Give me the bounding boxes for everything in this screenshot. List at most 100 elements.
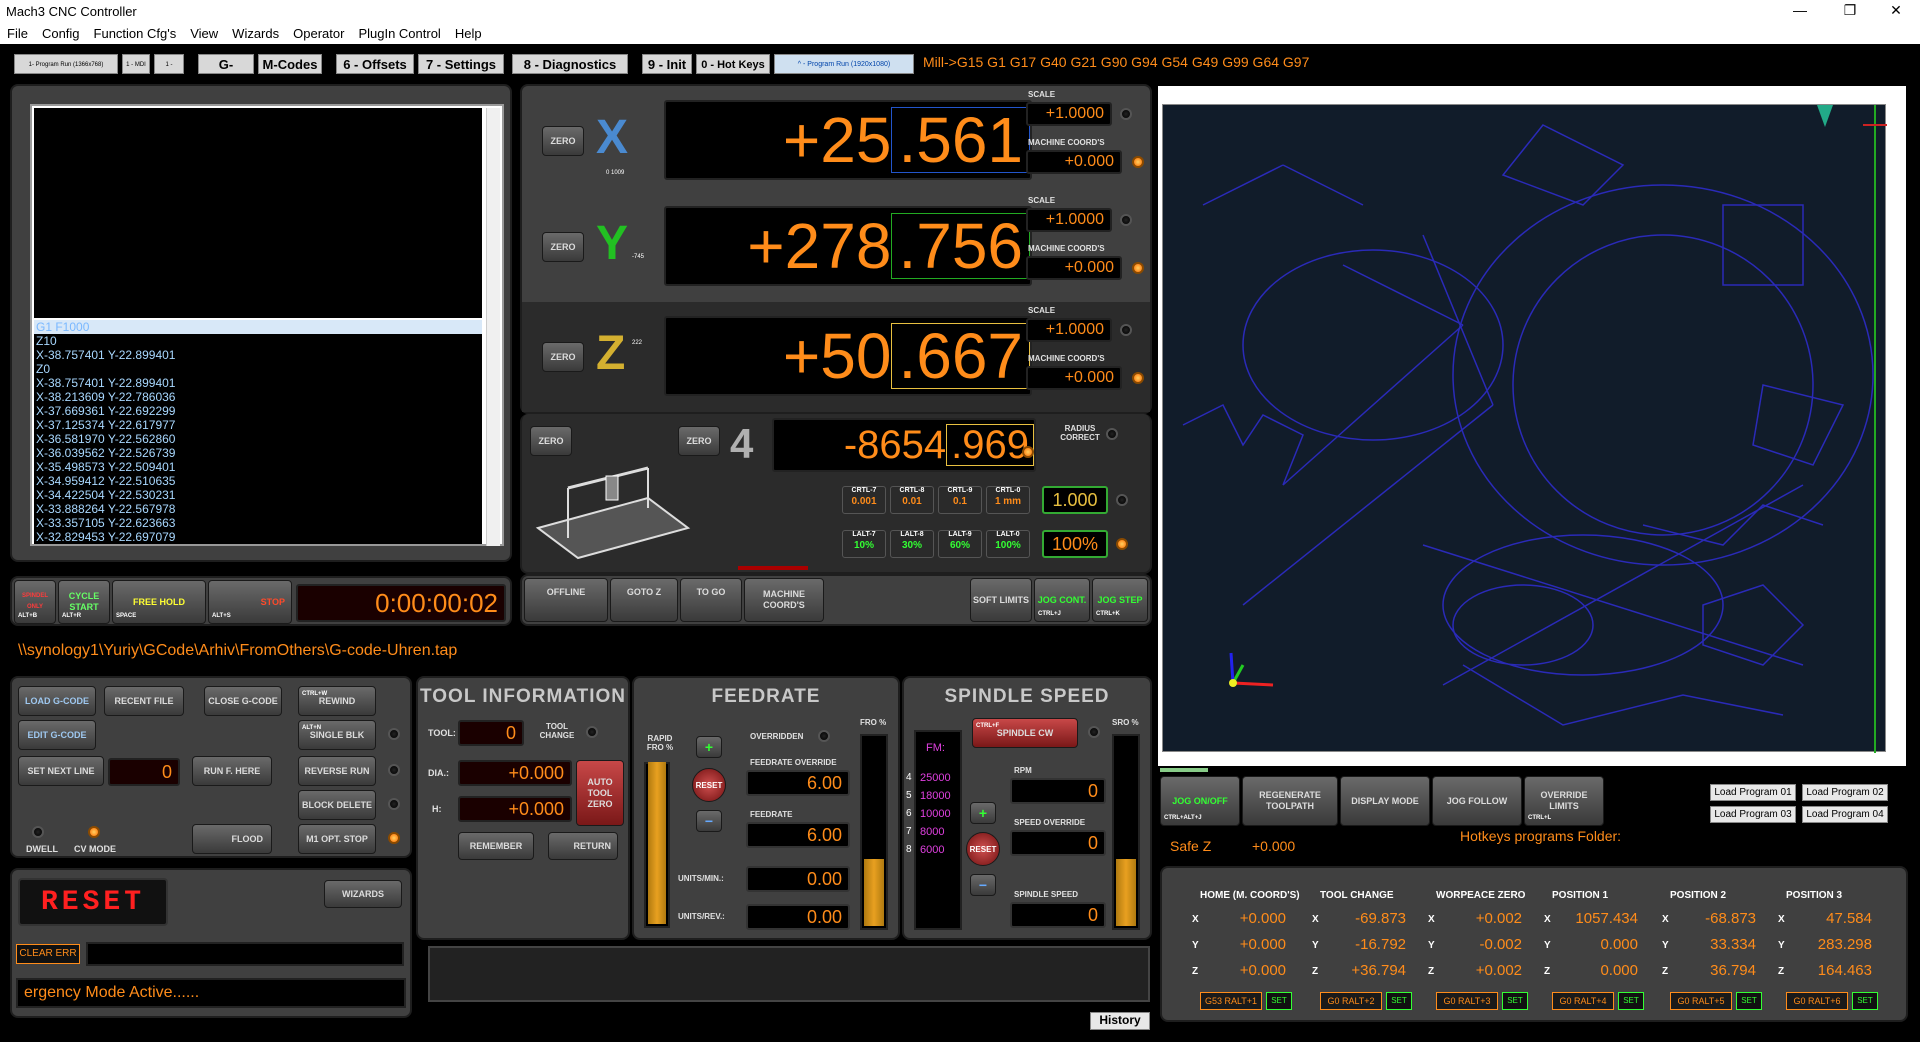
tab-m-codes[interactable]: M-Codes [258,54,322,74]
jog-rate-lalt8[interactable]: LALT-8 30% [890,530,934,558]
zero-z-button[interactable]: ZERO [542,342,584,372]
gcode-scrollbar[interactable] [486,108,500,546]
menu-view[interactable]: View [183,24,225,41]
jog-inc-ctrl8[interactable]: CRTL-8 0.01 [890,486,934,514]
run-from-here-button[interactable]: RUN F. HERE [192,756,272,786]
jog-rate-value[interactable]: 100% [1042,530,1108,558]
position-go-button[interactable]: G0 RALT+6 [1786,992,1848,1010]
tab-mdi[interactable]: 1 - MDI [122,54,150,74]
scale-z[interactable]: +1.0000 [1026,318,1112,342]
position-set-button[interactable]: SET [1736,992,1762,1010]
machine-coord-z[interactable]: +0.000 [1026,366,1122,390]
close-icon[interactable]: ✕ [1876,2,1916,19]
feedrate-value[interactable]: 6.00 [746,822,850,848]
jog-inc-ctrl9[interactable]: CRTL-9 0.1 [938,486,982,514]
remember-button[interactable]: REMEMBER [458,832,534,860]
spindle-preset-value[interactable]: 25000 [920,772,951,784]
jog-inc-ctrl7[interactable]: CRTL-7 0.001 [842,486,886,514]
recent-file-button[interactable]: RECENT FILE [104,686,184,716]
load-program-01-button[interactable]: Load Program 01 [1710,784,1796,801]
tab-settings[interactable]: 7 - Settings [418,54,504,74]
jog-follow-button[interactable]: JOG FOLLOW [1432,776,1522,826]
spindle-speed-value[interactable]: 0 [1010,902,1106,928]
zero-y-button[interactable]: ZERO [542,232,584,262]
jog-onoff-button[interactable]: JOG ON/OFF CTRL+ALT+J [1160,776,1240,826]
auto-tool-zero-button[interactable]: AUTO TOOL ZERO [576,760,624,826]
position-set-button[interactable]: SET [1502,992,1528,1010]
zero-4-button[interactable]: ZERO [678,426,720,456]
spindle-preset-value[interactable]: 6000 [920,844,944,856]
menu-plugin-control[interactable]: PlugIn Control [351,24,447,41]
position-set-button[interactable]: SET [1618,992,1644,1010]
spindle-preset-value[interactable]: 18000 [920,790,951,802]
next-line-value[interactable]: 0 [108,758,180,786]
edit-gcode-button[interactable]: EDIT G-CODE [18,720,96,750]
jog-step-value[interactable]: 1.000 [1042,486,1108,514]
wizards-button[interactable]: WIZARDS [324,880,402,908]
close-gcode-button[interactable]: CLOSE G-CODE [204,686,282,716]
scale-x[interactable]: +1.0000 [1026,102,1112,126]
zero-x-button[interactable]: ZERO [542,126,584,156]
menu-function-cfgs[interactable]: Function Cfg's [87,24,184,41]
load-program-03-button[interactable]: Load Program 03 [1710,806,1796,823]
block-delete-button[interactable]: BLOCK DELETE [298,790,376,820]
regenerate-toolpath-button[interactable]: REGENERATE TOOLPATH [1242,776,1338,826]
spindle-cw-button[interactable]: SPINDLE CW CTRL+F [972,718,1078,748]
tab-program-run-1366[interactable]: 1- Program Run (1366x768) [14,54,118,74]
jog-inc-ctrl0[interactable]: CRTL-0 1 mm [986,486,1030,514]
tool-number[interactable]: 0 [458,720,524,746]
minimize-icon[interactable]: — [1780,2,1820,18]
feedrate-up-icon[interactable]: + [696,736,722,758]
override-limits-button[interactable]: OVERRIDE LIMITS CTRL+L [1524,776,1604,826]
feedrate-override-value[interactable]: 6.00 [746,770,850,796]
reset-button[interactable]: RESET [18,878,168,926]
position-go-button[interactable]: G0 RALT+5 [1670,992,1732,1010]
tool-height[interactable]: +0.000 [458,796,572,822]
gcode-window[interactable]: G1 F1000 Z10 X-38.757401 Y-22.899401 Z0 X-3… [30,104,504,546]
toolpath-view[interactable] [1158,86,1906,766]
machine-coord-y[interactable]: +0.000 [1026,256,1122,280]
jog-rate-lalt0[interactable]: LALT-0 100% [986,530,1030,558]
scale-y[interactable]: +1.0000 [1026,208,1112,232]
position-set-button[interactable]: SET [1386,992,1412,1010]
position-go-button[interactable]: G0 RALT+4 [1552,992,1614,1010]
position-go-button[interactable]: G0 RALT+2 [1320,992,1382,1010]
display-mode-button[interactable]: DISPLAY MODE [1340,776,1430,826]
menu-operator[interactable]: Operator [286,24,351,41]
tab-toolpath[interactable]: 1 - toolPath [154,54,184,88]
soft-limits-button[interactable]: SOFT LIMITS [970,578,1032,622]
tab-g-codes[interactable]: G-Codes [198,54,254,92]
tab-program-run-1920[interactable]: ^ - Program Run (1920x1080) [774,54,914,74]
spindle-reset-button[interactable]: RESET [966,832,1000,866]
load-gcode-button[interactable]: LOAD G-CODE [18,686,96,716]
spindle-preset-value[interactable]: 8000 [920,826,944,838]
spindle-down-icon[interactable]: − [970,874,996,896]
position-go-button[interactable]: G53 RALT+1 [1200,992,1262,1010]
reverse-run-button[interactable]: REVERSE RUN [298,756,376,786]
jog-rate-lalt7[interactable]: LALT-7 10% [842,530,886,558]
menu-file[interactable]: File [0,24,35,41]
tab-offsets[interactable]: 6 - Offsets [336,54,414,74]
zero-a-button[interactable]: ZERO [530,426,572,456]
rewind-button[interactable]: REWIND CTRL+W [298,686,376,716]
set-next-line-button[interactable]: SET NEXT LINE [18,756,104,786]
menu-wizards[interactable]: Wizards [225,24,286,41]
goto-z-button[interactable]: GOTO Z [610,578,678,622]
position-set-button[interactable]: SET [1266,992,1292,1010]
menu-help[interactable]: Help [448,24,489,41]
position-go-button[interactable]: G0 RALT+3 [1436,992,1498,1010]
tool-diameter[interactable]: +0.000 [458,760,572,786]
spindle-preset-value[interactable]: 10000 [920,808,951,820]
speed-override-value[interactable]: 0 [1010,830,1106,856]
machine-coords-button[interactable]: MACHINE COORD'S [744,578,824,622]
jog-step-button[interactable]: JOG STEP CTRL+K [1092,578,1148,622]
to-go-button[interactable]: TO GO [680,578,742,622]
cycle-start-button[interactable]: CYCLE START ALT+R [58,580,110,624]
spindle-only-button[interactable]: SPINDEL ONLY ALT+B [14,580,56,624]
jog-rate-lalt9[interactable]: LALT-9 60% [938,530,982,558]
stop-button[interactable]: STOP ALT+S [208,580,292,624]
menu-config[interactable]: Config [35,24,87,41]
load-program-02-button[interactable]: Load Program 02 [1802,784,1888,801]
clear-err-button[interactable]: CLEAR ERR [16,944,80,964]
feedrate-reset-button[interactable]: RESET [692,768,726,802]
